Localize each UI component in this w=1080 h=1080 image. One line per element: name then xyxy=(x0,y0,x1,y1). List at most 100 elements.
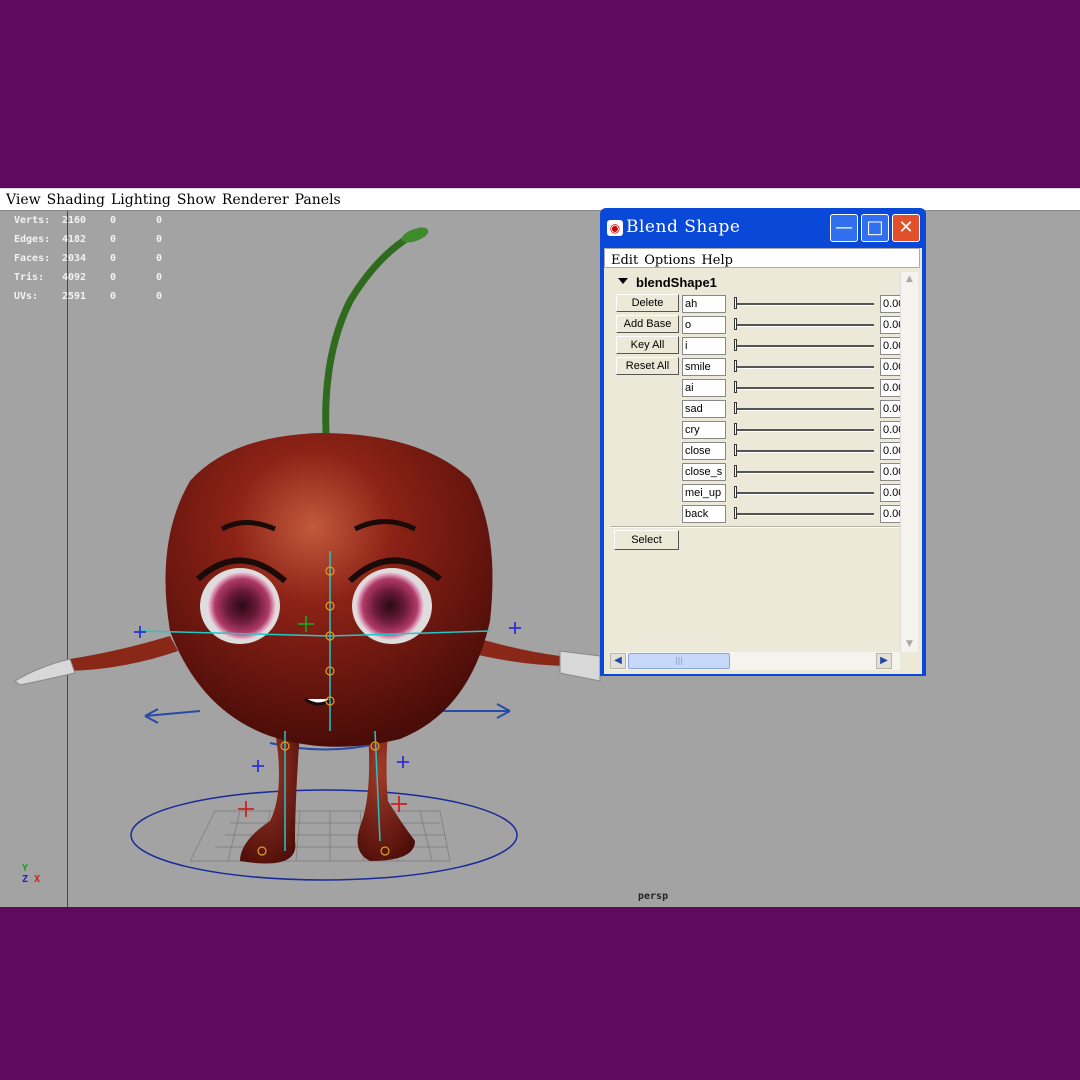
target-name-field[interactable]: sad xyxy=(682,400,726,418)
weight-slider-handle[interactable] xyxy=(734,444,737,456)
weight-slider-track[interactable] xyxy=(734,450,874,453)
poly-count-hud: Verts: 2160 0 0 Edges: 4182 0 0 Faces: 2034 0 0 T… xyxy=(14,211,162,306)
weight-slider-handle[interactable] xyxy=(734,402,737,414)
weight-value-field[interactable]: 0.00 xyxy=(880,379,902,397)
menu-help[interactable]: Help xyxy=(701,253,733,268)
weight-slider-track[interactable] xyxy=(734,513,874,516)
minimize-button[interactable]: — xyxy=(830,214,858,242)
target-row-close: close 0.00 xyxy=(682,441,902,461)
weight-value-field[interactable]: 0.00 xyxy=(880,400,902,418)
scroll-up-icon[interactable]: ▲ xyxy=(902,272,917,287)
menu-view[interactable]: View xyxy=(6,189,41,211)
weight-slider-handle[interactable] xyxy=(734,465,737,477)
reset-all-button[interactable]: Reset All xyxy=(616,357,679,375)
camera-label: persp xyxy=(638,891,669,902)
maximize-button[interactable]: □ xyxy=(861,214,889,242)
weight-value-field[interactable]: 0.00 xyxy=(880,316,902,334)
weight-value-field[interactable]: 0.00 xyxy=(880,421,902,439)
right-eye xyxy=(356,572,424,640)
collapse-arrow-icon[interactable] xyxy=(618,278,628,284)
weight-value-field[interactable]: 0.00 xyxy=(880,337,902,355)
target-row-ai: ai 0.00 xyxy=(682,378,902,398)
weight-slider-track[interactable] xyxy=(734,324,874,327)
blendshape-node-name: blendShape1 xyxy=(636,275,717,290)
axis-indicator: Y Z X xyxy=(22,863,41,885)
target-name-field[interactable]: o xyxy=(682,316,726,334)
vertical-scrollbar[interactable]: ▲ ▼ xyxy=(900,272,918,652)
target-row-smile: smile 0.00 xyxy=(682,357,902,377)
target-name-field[interactable]: close_s xyxy=(682,463,726,481)
target-name-field[interactable]: ah xyxy=(682,295,726,313)
panel-separator xyxy=(610,526,900,528)
weight-slider-handle[interactable] xyxy=(734,423,737,435)
purple-frame-top xyxy=(0,0,1080,188)
hud-edges-row: Edges: 4182 0 0 xyxy=(14,234,163,245)
weight-slider-handle[interactable] xyxy=(734,339,737,351)
target-name-field[interactable]: cry xyxy=(682,421,726,439)
close-button[interactable]: ✕ xyxy=(892,214,920,242)
weight-slider-track[interactable] xyxy=(734,387,874,390)
weight-slider-handle[interactable] xyxy=(734,486,737,498)
weight-value-field[interactable]: 0.00 xyxy=(880,484,902,502)
target-row-sad: sad 0.00 xyxy=(682,399,902,419)
scroll-right-icon[interactable]: ▶ xyxy=(876,653,892,669)
cherry-stem xyxy=(322,227,424,455)
blend-shape-window[interactable]: ◉ Blend Shape — □ ✕ Edit Options Help blen… xyxy=(600,208,926,676)
weight-slider-handle[interactable] xyxy=(734,507,737,519)
weight-slider-track[interactable] xyxy=(734,471,874,474)
scroll-down-icon[interactable]: ▼ xyxy=(902,637,917,652)
target-name-field[interactable]: close xyxy=(682,442,726,460)
target-name-field[interactable]: ai xyxy=(682,379,726,397)
target-row-close-s: close_s 0.00 xyxy=(682,462,902,482)
weight-slider-track[interactable] xyxy=(734,429,874,432)
weight-slider-handle[interactable] xyxy=(734,360,737,372)
weight-slider-track[interactable] xyxy=(734,366,874,369)
target-name-field[interactable]: back xyxy=(682,505,726,523)
add-base-button[interactable]: Add Base xyxy=(616,315,679,333)
weight-slider-handle[interactable] xyxy=(734,318,737,330)
window-titlebar[interactable]: ◉ Blend Shape — □ ✕ xyxy=(600,208,926,248)
weight-slider-track[interactable] xyxy=(734,345,874,348)
blendshape-group-header[interactable]: blendShape1 xyxy=(610,272,900,294)
window-menubar: Edit Options Help xyxy=(604,248,920,268)
menu-show[interactable]: Show xyxy=(177,189,216,211)
target-name-field[interactable]: smile xyxy=(682,358,726,376)
menu-lighting[interactable]: Lighting xyxy=(111,189,171,211)
weight-value-field[interactable]: 0.00 xyxy=(880,442,902,460)
weight-slider-track[interactable] xyxy=(734,492,874,495)
left-leg xyxy=(240,731,300,864)
menu-renderer[interactable]: Renderer xyxy=(222,189,289,211)
menu-panels[interactable]: Panels xyxy=(295,189,341,211)
weight-value-field[interactable]: 0.00 xyxy=(880,463,902,481)
hud-uvs-row: UVs: 2591 0 0 xyxy=(14,291,163,302)
blend-shape-panel: blendShape1 Delete Add Base Key All Rese… xyxy=(610,272,902,652)
target-row-ah: ah 0.00 xyxy=(682,294,902,314)
menu-options[interactable]: Options xyxy=(644,253,695,268)
maya-app-icon: ◉ xyxy=(607,220,623,236)
weight-value-field[interactable]: 0.00 xyxy=(880,505,902,523)
menu-edit[interactable]: Edit xyxy=(611,253,638,268)
target-row-back: back 0.00 xyxy=(682,504,902,524)
right-leg xyxy=(357,731,415,861)
weight-slider-track[interactable] xyxy=(734,303,874,306)
target-row-o: o 0.00 xyxy=(682,315,902,335)
weight-slider-handle[interactable] xyxy=(734,381,737,393)
left-arm xyxy=(60,636,178,671)
window-title: Blend Shape xyxy=(626,217,741,237)
delete-button[interactable]: Delete xyxy=(616,294,679,312)
horizontal-scrollbar[interactable]: ◀ ||| ▶ xyxy=(610,652,900,670)
weight-value-field[interactable]: 0.00 xyxy=(880,295,902,313)
weight-value-field[interactable]: 0.00 xyxy=(880,358,902,376)
window-client-area: Edit Options Help blendShape1 Delete Add B… xyxy=(604,248,922,674)
weight-slider-handle[interactable] xyxy=(734,297,737,309)
left-eye xyxy=(208,572,276,640)
weight-slider-track[interactable] xyxy=(734,408,874,411)
key-all-button[interactable]: Key All xyxy=(616,336,679,354)
scroll-thumb[interactable]: ||| xyxy=(628,653,730,669)
target-name-field[interactable]: mei_up xyxy=(682,484,726,502)
select-button[interactable]: Select xyxy=(614,530,679,550)
target-name-field[interactable]: i xyxy=(682,337,726,355)
scroll-left-icon[interactable]: ◀ xyxy=(610,653,626,669)
menu-shading[interactable]: Shading xyxy=(47,189,105,211)
purple-frame-bottom xyxy=(0,907,1080,1080)
